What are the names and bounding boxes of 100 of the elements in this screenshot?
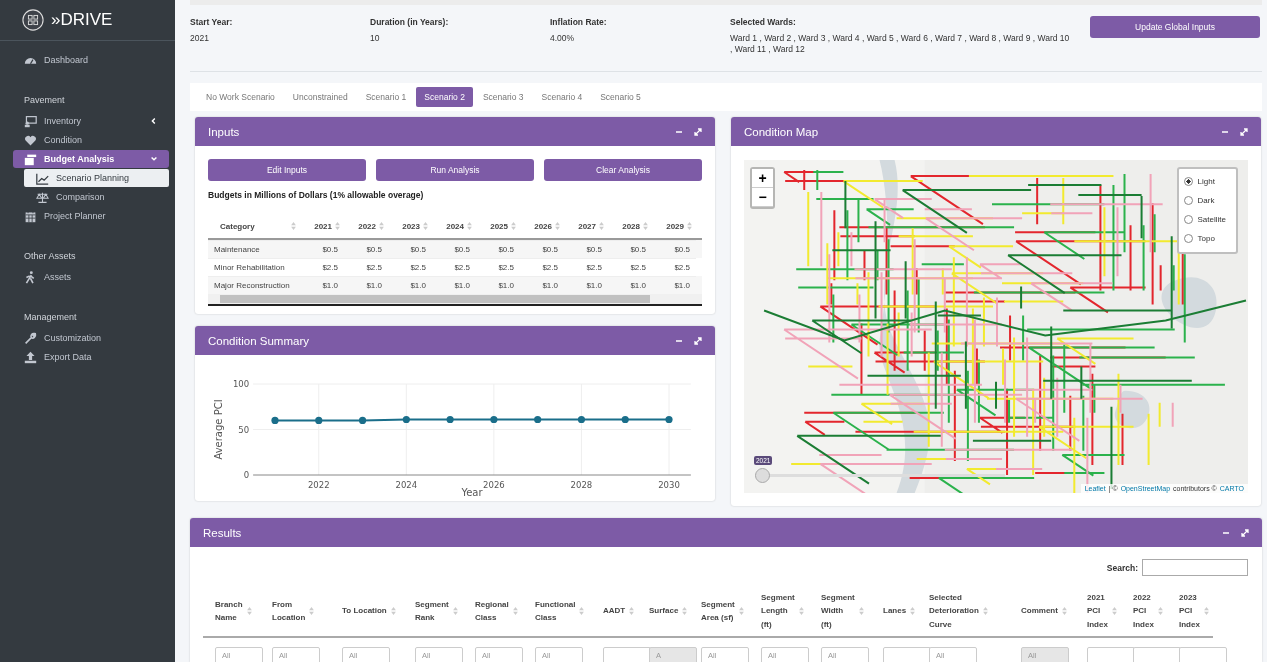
column-header[interactable]: 2029: [652, 221, 696, 231]
scenario-tab[interactable]: Scenario 1: [357, 87, 415, 107]
radio-label: Dark: [1197, 196, 1215, 205]
column-header[interactable]: 2023: [388, 221, 432, 231]
axis-tick-label: 0: [243, 470, 250, 480]
column-header[interactable]: Functional Class: [523, 586, 591, 638]
table-cell: $2.5: [344, 258, 388, 276]
action-button[interactable]: Run Analysis: [376, 159, 534, 181]
field-label: Duration (in Years):: [370, 17, 450, 27]
axis-tick-label: 50: [238, 424, 250, 435]
column-header[interactable]: AADT: [591, 586, 637, 638]
radio-button[interactable]: [1183, 234, 1193, 243]
sort-icon: [682, 607, 688, 615]
section-header: Pavement: [23, 94, 66, 107]
sort-icon: [246, 607, 252, 615]
column-header[interactable]: 2028: [608, 221, 652, 231]
sort-icon: [858, 607, 864, 615]
column-header[interactable]: 2021: [300, 221, 344, 231]
table-cell: $0.5: [388, 240, 432, 258]
column-header[interactable]: 2027: [564, 221, 608, 231]
column-header[interactable]: 2024: [432, 221, 476, 231]
expand-icon[interactable]: [693, 126, 703, 137]
zoom-out-button[interactable]: −: [752, 188, 773, 207]
scenario-tab[interactable]: Scenario 5: [592, 87, 649, 107]
table-cell: $0.5: [564, 240, 608, 258]
column-header[interactable]: 2025: [476, 221, 520, 231]
nav-item[interactable]: Export Data: [13, 348, 169, 366]
column-header[interactable]: 2022 PCI Index: [1121, 586, 1167, 638]
column-header[interactable]: Regional Class: [463, 586, 523, 638]
nav-item[interactable]: Project Planner: [13, 207, 169, 225]
sort-icon: [309, 607, 315, 615]
nav-item[interactable]: Budget Analysis: [13, 150, 169, 168]
app-logo: »DRIVE: [51, 10, 113, 30]
action-button[interactable]: Clear Analysis: [544, 159, 702, 181]
nav-item[interactable]: Inventory: [13, 112, 169, 130]
column-header[interactable]: Segment Rank: [403, 586, 463, 638]
sort-icon: [910, 607, 916, 615]
scenario-tab[interactable]: Unconstrained: [284, 87, 356, 107]
update-inputs-button[interactable]: Update Global Inputs: [1090, 16, 1260, 38]
expand-icon[interactable]: [1239, 126, 1249, 137]
zoom-in-button[interactable]: +: [752, 169, 773, 188]
column-header[interactable]: Segment Area (sf): [689, 586, 749, 638]
horizontal-scrollbar[interactable]: [208, 294, 702, 306]
field-value: 10: [370, 33, 381, 45]
nav-item[interactable]: Dashboard: [13, 51, 169, 69]
nav-item[interactable]: Customization: [13, 329, 169, 347]
radio-label: Topo: [1197, 234, 1215, 243]
column-header[interactable]: 2026: [520, 221, 564, 231]
radio-button[interactable]: [1183, 196, 1193, 205]
field-label: Inflation Rate:: [550, 17, 608, 27]
column-header[interactable]: 2023 PCI Index: [1167, 586, 1213, 638]
card-title: Results: [203, 526, 243, 539]
column-header[interactable]: Selected Deterioration Curve: [917, 586, 1009, 638]
sort-icon: [1111, 607, 1117, 615]
axis-tick-label: 2026: [483, 480, 505, 490]
search-field[interactable]: [1142, 559, 1248, 576]
column-header[interactable]: Category: [208, 221, 300, 231]
column-header[interactable]: 2021 PCI Index: [1075, 586, 1121, 638]
data-point: [665, 415, 673, 424]
sort-icon: [643, 222, 648, 230]
column-header[interactable]: Lanes: [871, 586, 917, 638]
sort-icon: [599, 222, 604, 230]
scenario-tab[interactable]: Scenario 2: [416, 87, 473, 107]
filter-field[interactable]: [1179, 647, 1227, 662]
action-button[interactable]: Edit Inputs: [208, 159, 366, 181]
column-header[interactable]: From Location: [260, 586, 330, 638]
scenario-tab[interactable]: No Work Scenario: [198, 87, 283, 107]
nav-subitem[interactable]: Comparison: [24, 188, 169, 206]
field-label: Selected Wards:: [730, 17, 797, 27]
scenario-tab[interactable]: Scenario 3: [474, 87, 532, 107]
sort-icon: [512, 607, 518, 615]
data-point: [271, 416, 279, 424]
sort-icon: [511, 222, 516, 230]
data-point: [534, 415, 542, 424]
table-cell: $0.5: [608, 240, 652, 258]
column-header[interactable]: To Location: [330, 586, 403, 638]
nav-item[interactable]: Assets: [13, 268, 169, 286]
column-header[interactable]: Segment Length (ft): [749, 586, 809, 638]
data-point: [490, 415, 498, 424]
filter-field[interactable]: [883, 647, 931, 662]
table-cell: $0.5: [344, 240, 388, 258]
scenario-tab[interactable]: Scenario 4: [533, 87, 591, 107]
column-header[interactable]: Segment Width (ft): [809, 586, 871, 638]
nav-subitem[interactable]: Scenario Planning: [24, 169, 169, 187]
sort-icon: [982, 607, 988, 615]
expand-icon[interactable]: [693, 335, 703, 346]
table-cell: $0.5: [432, 240, 476, 258]
filter-field[interactable]: [1087, 647, 1135, 662]
table-cell: Maintenance: [208, 240, 300, 258]
radio-button[interactable]: [1183, 177, 1193, 186]
column-header[interactable]: 2022: [344, 221, 388, 231]
radio-button[interactable]: [1183, 215, 1193, 224]
heart-icon: [24, 133, 37, 147]
expand-icon[interactable]: [1240, 527, 1250, 538]
filter-field[interactable]: [603, 647, 651, 662]
logo-icon: [22, 9, 44, 31]
filter-field[interactable]: [1133, 647, 1181, 662]
column-header[interactable]: Branch Name: [203, 586, 260, 638]
nav-item[interactable]: Condition: [13, 131, 169, 149]
table-cell: $2.5: [388, 258, 432, 276]
